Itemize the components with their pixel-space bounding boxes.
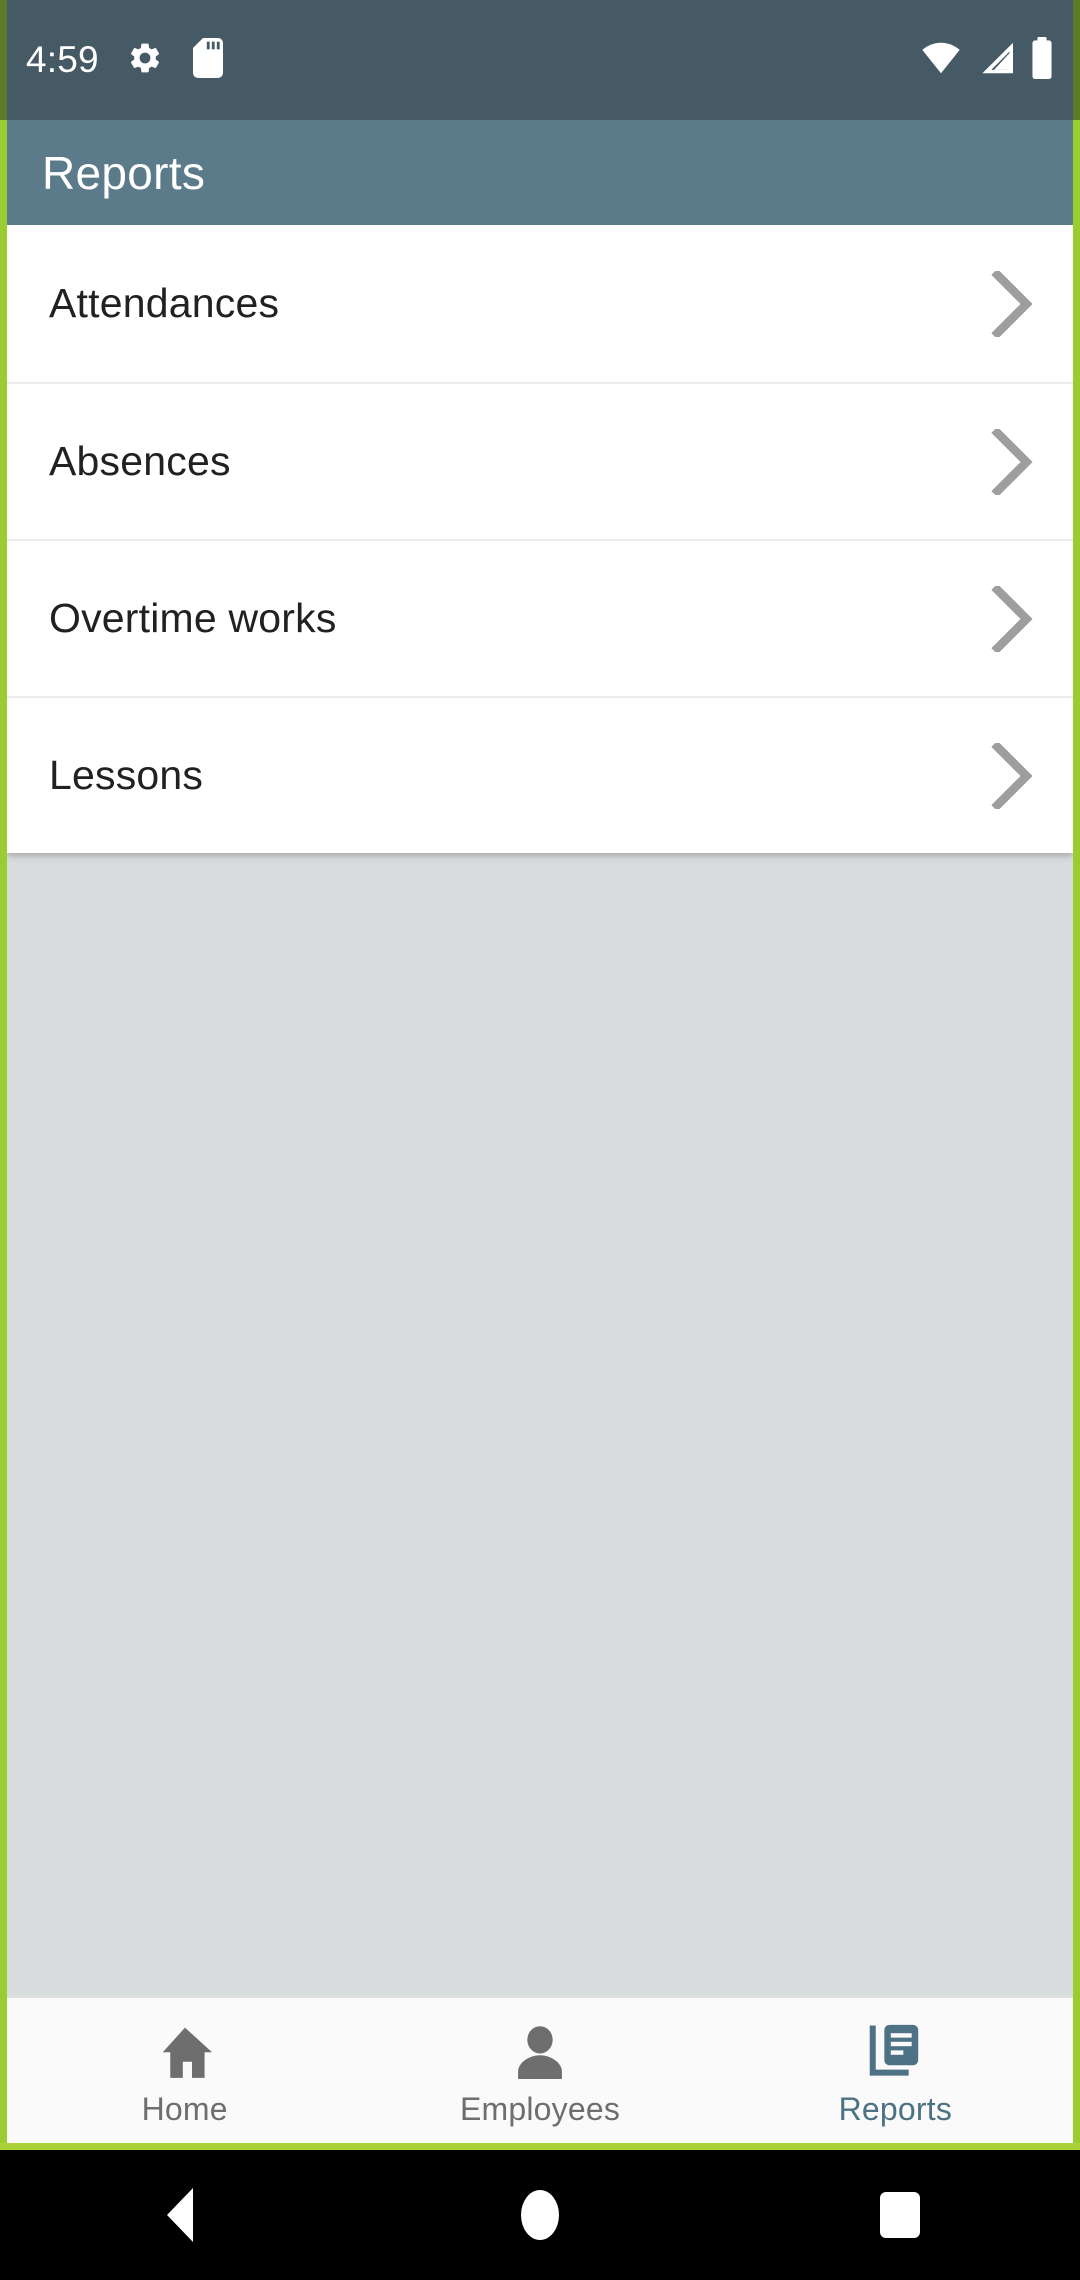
chevron-right-icon [989, 585, 1033, 652]
list-item-lessons[interactable]: Lessons [7, 696, 1073, 853]
home-icon [156, 2019, 214, 2081]
library-books-icon [867, 2019, 923, 2081]
person-icon [513, 2019, 567, 2081]
recording-frame-right [1073, 0, 1080, 2150]
list-item-attendances[interactable]: Attendances [7, 225, 1073, 382]
empty-content-area [7, 957, 1073, 1996]
status-bar-left-cluster: 4:59 [26, 37, 225, 83]
list-item-overtime-works[interactable]: Overtime works [7, 539, 1073, 696]
nav-item-label: Home [141, 2091, 228, 2127]
recents-square-icon [880, 2192, 920, 2238]
chevron-right-icon [989, 428, 1033, 495]
chevron-right-icon [989, 742, 1033, 809]
list-item-label: Overtime works [49, 595, 337, 641]
recording-frame-left [0, 0, 7, 2150]
recents-button[interactable] [820, 2150, 980, 2280]
home-button[interactable] [460, 2150, 620, 2280]
status-bar-clock: 4:59 [26, 39, 99, 80]
list-item-label: Absences [49, 438, 231, 484]
home-circle-icon [521, 2190, 559, 2240]
nav-item-reports[interactable]: Reports [718, 1998, 1073, 2143]
cellular-signal-icon [976, 41, 1016, 80]
sd-card-icon [191, 37, 225, 83]
status-bar-right-cluster [920, 36, 1054, 84]
wifi-icon [920, 41, 962, 80]
list-item-absences[interactable]: Absences [7, 382, 1073, 539]
nav-item-label: Employees [459, 2091, 621, 2127]
battery-icon [1030, 36, 1054, 84]
list-item-label: Attendances [49, 280, 280, 326]
nav-item-label: Reports [838, 2091, 953, 2127]
back-button[interactable] [100, 2150, 260, 2280]
back-triangle-icon [167, 2188, 193, 2242]
status-bar: 4:59 [0, 0, 1080, 120]
phone-screen: 4:59 Reports Attendances Absences Overti… [0, 0, 1080, 2280]
page-title: Reports [42, 146, 206, 199]
nav-item-home[interactable]: Home [7, 1998, 362, 2143]
recording-frame-left-dim [0, 0, 7, 120]
bottom-navigation-bar: Home Employees Reports [7, 1996, 1073, 2143]
recording-frame-right-dim [1073, 0, 1080, 120]
report-list: Attendances Absences Overtime works Less… [7, 225, 1073, 853]
list-item-label: Lessons [49, 752, 204, 798]
android-system-navigation [0, 2150, 1080, 2280]
nav-item-employees[interactable]: Employees [362, 1998, 717, 2143]
app-bar: Reports [0, 120, 1080, 225]
chevron-right-icon [989, 270, 1033, 337]
gear-icon [127, 40, 163, 81]
